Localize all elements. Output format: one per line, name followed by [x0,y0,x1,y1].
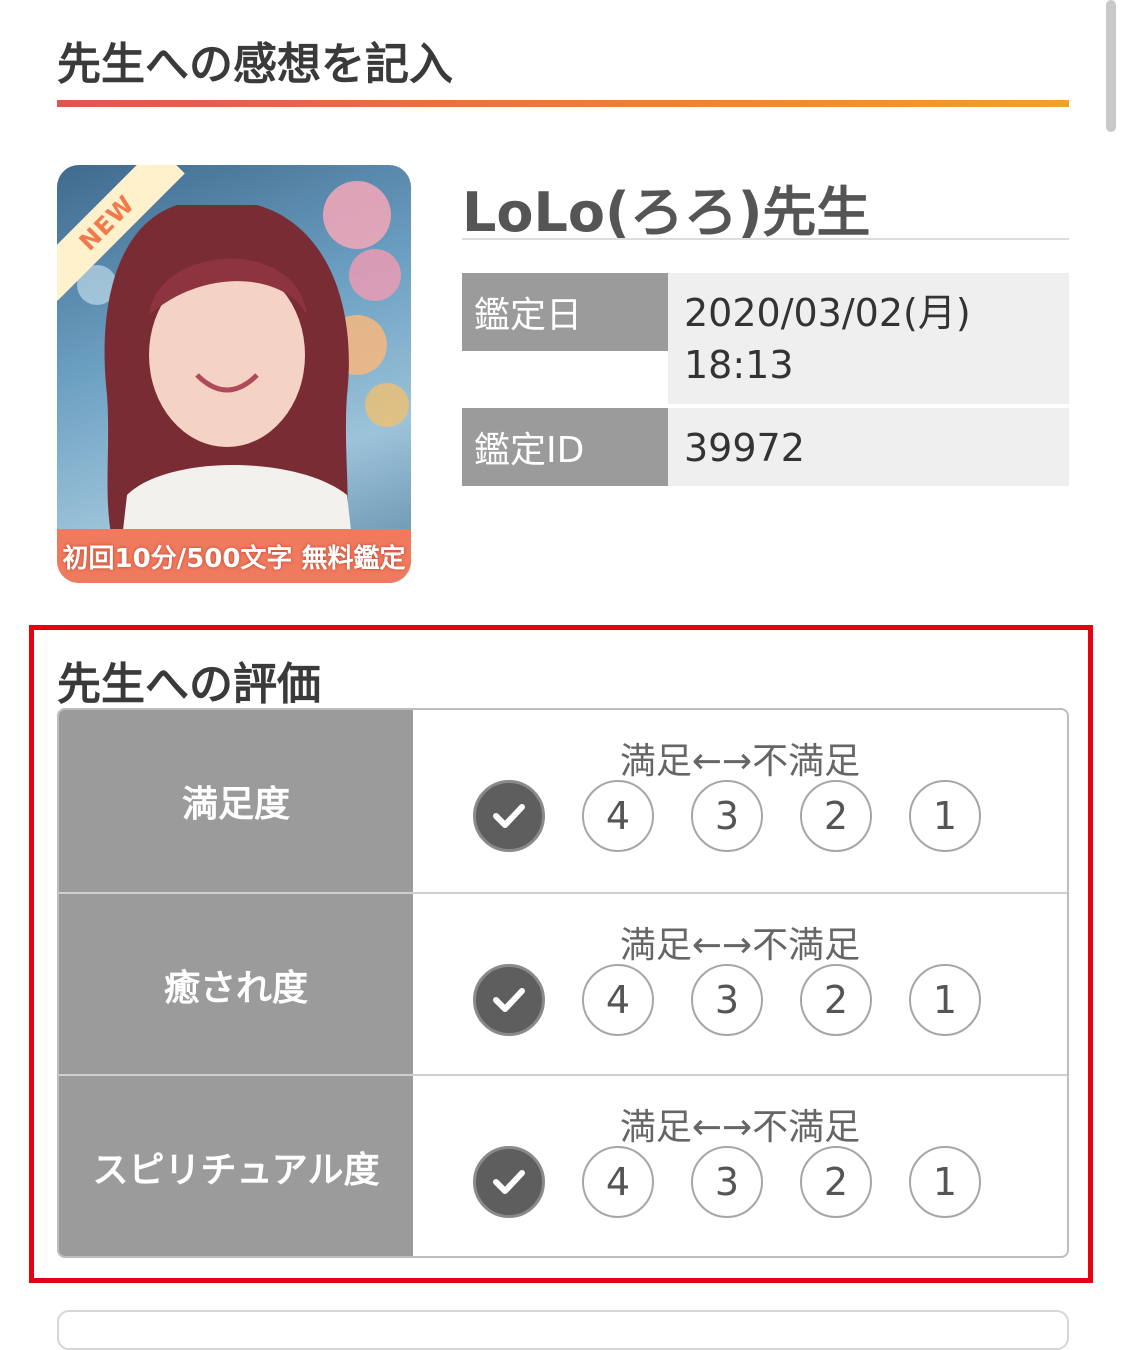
rating-option[interactable]: 2 [800,1146,872,1218]
next-section-card [57,1310,1069,1350]
rating-option[interactable]: 2 [800,964,872,1036]
name-divider [462,238,1069,240]
rating-label: スピリチュアル度 [59,1076,413,1256]
rating-option[interactable]: 3 [691,1146,763,1218]
rating-option-selected[interactable] [473,964,545,1036]
rating-option-selected[interactable] [473,780,545,852]
free-reading-banner: 初回10分/500文字 無料鑑定 [57,529,411,583]
info-value: 2020/03/02(月) 18:13 [668,273,1069,404]
section-title: 先生への評価 [57,659,321,710]
rating-options: 4 3 2 1 [473,780,1033,856]
info-value: 39972 [668,408,1069,486]
scrollbar[interactable] [1106,0,1116,132]
rating-option[interactable]: 3 [691,780,763,852]
reading-id: 39972 [684,426,805,470]
info-row-id: 鑑定ID 39972 [462,408,1069,486]
rating-option[interactable]: 2 [800,780,872,852]
teacher-name: LoLo(ろろ)先生 [462,181,871,244]
rating-options: 4 3 2 1 [473,964,1033,1040]
rating-row-satisfaction: 満足度 満足←→不満足 4 3 2 1 [59,710,1067,892]
rating-row-spiritual: スピリチュアル度 満足←→不満足 4 3 2 1 [59,1074,1067,1256]
rating-row-healing: 癒され度 満足←→不満足 4 3 2 1 [59,892,1067,1076]
reading-time: 18:13 [684,343,794,387]
page-title: 先生への感想を記入 [57,39,453,90]
scale-caption: 満足←→不満足 [619,741,861,782]
scale-caption: 満足←→不満足 [619,925,861,966]
rating-option[interactable]: 3 [691,964,763,1036]
rating-option[interactable]: 1 [909,780,981,852]
rating-option[interactable]: 4 [582,780,654,852]
reading-date: 2020/03/02(月) [684,291,971,335]
rating-option[interactable]: 1 [909,964,981,1036]
rating-options: 4 3 2 1 [473,1146,1033,1222]
info-label: 鑑定日 [462,273,668,351]
check-icon [493,804,525,828]
check-icon [493,988,525,1012]
rating-label: 癒され度 [59,894,413,1076]
title-underline [57,100,1069,107]
scale-caption: 満足←→不満足 [619,1107,861,1148]
rating-option[interactable]: 1 [909,1146,981,1218]
info-row-date: 鑑定日 2020/03/02(月) 18:13 [462,273,1069,404]
rating-label: 満足度 [59,710,413,892]
rating-option-selected[interactable] [473,1146,545,1218]
rating-table: 満足度 満足←→不満足 4 3 2 1 癒され度 満足←→不満足 4 3 2 1… [57,708,1069,1258]
teacher-photo[interactable]: NEW 初回10分/500文字 無料鑑定 [57,165,411,583]
info-label: 鑑定ID [462,408,668,486]
rating-option[interactable]: 4 [582,964,654,1036]
rating-option[interactable]: 4 [582,1146,654,1218]
check-icon [493,1170,525,1194]
